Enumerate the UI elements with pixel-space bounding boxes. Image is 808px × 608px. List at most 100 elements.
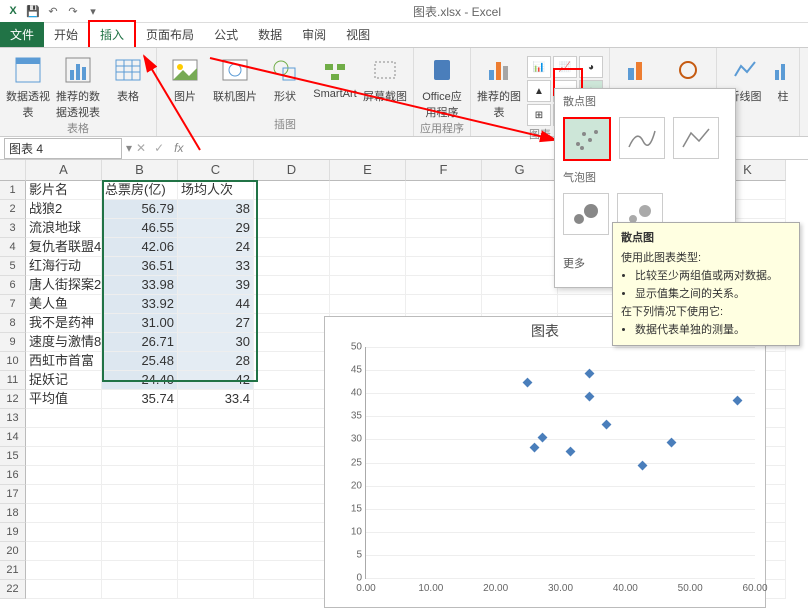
rec-pivot-button[interactable]: 推荐的数据透视表 (56, 54, 100, 120)
cell[interactable] (406, 219, 482, 238)
cell[interactable] (330, 238, 406, 257)
cell[interactable] (254, 219, 330, 238)
cell[interactable] (178, 580, 254, 599)
cell[interactable]: 33 (178, 257, 254, 276)
cell[interactable] (254, 238, 330, 257)
cell[interactable] (102, 523, 178, 542)
row-header[interactable]: 2 (0, 200, 26, 219)
cell[interactable] (178, 428, 254, 447)
cell[interactable] (102, 561, 178, 580)
cell[interactable] (102, 409, 178, 428)
cell[interactable] (406, 238, 482, 257)
cell[interactable] (178, 409, 254, 428)
data-point[interactable] (566, 447, 576, 457)
table-button[interactable]: 表格 (106, 54, 150, 120)
cell[interactable] (178, 542, 254, 561)
cell[interactable]: 42 (178, 371, 254, 390)
tab-view[interactable]: 视图 (336, 22, 380, 47)
data-point[interactable] (530, 442, 540, 452)
cell[interactable] (254, 333, 330, 352)
picture-button[interactable]: 图片 (163, 54, 207, 104)
scatter-option-smooth[interactable] (619, 117, 665, 159)
row-header[interactable]: 12 (0, 390, 26, 409)
cell[interactable] (330, 200, 406, 219)
cell[interactable] (254, 428, 330, 447)
row-header[interactable]: 11 (0, 371, 26, 390)
cell[interactable]: 26.71 (102, 333, 178, 352)
row-header[interactable]: 6 (0, 276, 26, 295)
confirm-icon[interactable]: ✓ (150, 141, 168, 155)
row-header[interactable]: 1 (0, 181, 26, 200)
screenshot-button[interactable]: 屏幕截图 (363, 54, 407, 104)
tab-insert[interactable]: 插入 (88, 20, 136, 47)
cell[interactable] (26, 485, 102, 504)
col-header[interactable]: G (482, 160, 558, 181)
row-header[interactable]: 9 (0, 333, 26, 352)
shapes-button[interactable]: 形状 (263, 54, 307, 104)
data-point[interactable] (733, 396, 743, 406)
cell[interactable] (482, 276, 558, 295)
cell[interactable] (330, 181, 406, 200)
row-header[interactable]: 19 (0, 523, 26, 542)
cell[interactable] (26, 409, 102, 428)
cell[interactable] (254, 409, 330, 428)
cell[interactable]: 33.98 (102, 276, 178, 295)
row-header[interactable]: 21 (0, 561, 26, 580)
bubble-option[interactable] (563, 193, 609, 235)
cell[interactable] (254, 295, 330, 314)
cell[interactable]: 场均人次 (178, 181, 254, 200)
line-chart-icon[interactable]: 📈 (553, 56, 577, 78)
cell[interactable] (178, 504, 254, 523)
cell[interactable]: 美人鱼 (26, 295, 102, 314)
cell[interactable]: 33.4 (178, 390, 254, 409)
cell[interactable]: 28 (178, 352, 254, 371)
cell[interactable] (482, 295, 558, 314)
embedded-chart[interactable]: 图表 051015202530354045500.0010.0020.0030.… (324, 316, 766, 608)
cell[interactable]: 我不是药神 (26, 314, 102, 333)
cell[interactable]: 捉妖记 (26, 371, 102, 390)
cell[interactable] (254, 181, 330, 200)
row-header[interactable]: 10 (0, 352, 26, 371)
cell[interactable] (102, 580, 178, 599)
cell[interactable] (102, 428, 178, 447)
row-header[interactable]: 4 (0, 238, 26, 257)
cell[interactable] (26, 447, 102, 466)
cell[interactable] (330, 295, 406, 314)
cell[interactable] (26, 561, 102, 580)
cell[interactable] (254, 257, 330, 276)
name-box[interactable]: 图表 4 (4, 138, 122, 159)
fx-icon[interactable]: fx (168, 141, 189, 155)
col-header[interactable]: A (26, 160, 102, 181)
stock-chart-icon[interactable]: ⊞ (527, 104, 551, 126)
cell[interactable] (330, 276, 406, 295)
col-header[interactable]: E (330, 160, 406, 181)
row-header[interactable]: 13 (0, 409, 26, 428)
row-header[interactable]: 7 (0, 295, 26, 314)
tab-formula[interactable]: 公式 (204, 22, 248, 47)
cell[interactable]: 31.00 (102, 314, 178, 333)
cell[interactable] (406, 181, 482, 200)
cell[interactable] (482, 257, 558, 276)
tab-file[interactable]: 文件 (0, 22, 44, 47)
row-header[interactable]: 5 (0, 257, 26, 276)
qat-more-icon[interactable]: ▾ (84, 2, 102, 20)
cell[interactable]: 46.55 (102, 219, 178, 238)
cancel-icon[interactable]: ✕ (132, 141, 150, 155)
cell[interactable] (254, 466, 330, 485)
pivot-table-button[interactable]: 数据透视表 (6, 54, 50, 120)
more-scatter-option[interactable]: 更多 (563, 243, 585, 283)
row-header[interactable]: 17 (0, 485, 26, 504)
cell[interactable]: 36.51 (102, 257, 178, 276)
cell[interactable] (178, 523, 254, 542)
cell[interactable] (26, 580, 102, 599)
cell[interactable] (254, 561, 330, 580)
cell[interactable]: 总票房(亿) (102, 181, 178, 200)
scatter-option-lines[interactable] (673, 117, 719, 159)
cell[interactable] (482, 181, 558, 200)
cell[interactable]: 25.48 (102, 352, 178, 371)
cell[interactable]: 35.74 (102, 390, 178, 409)
row-header[interactable]: 20 (0, 542, 26, 561)
cell[interactable] (26, 428, 102, 447)
cell[interactable] (178, 466, 254, 485)
col-header[interactable]: F (406, 160, 482, 181)
